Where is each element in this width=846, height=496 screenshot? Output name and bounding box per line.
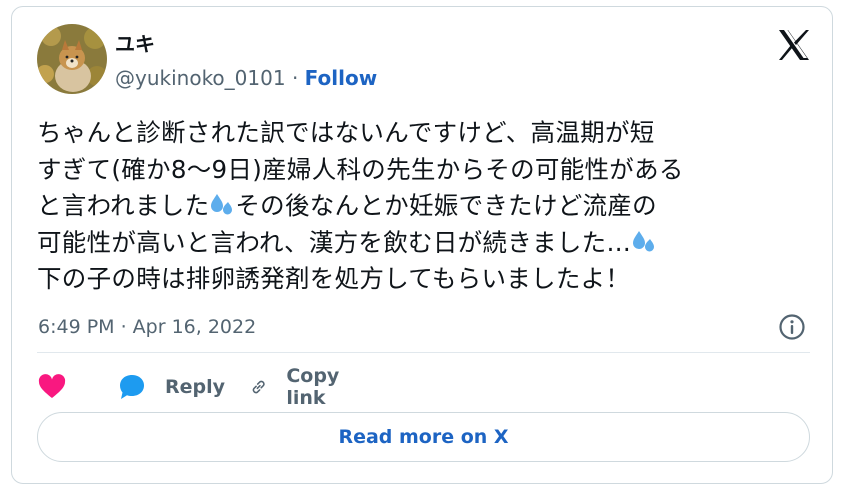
sweat-droplets-icon <box>631 229 657 255</box>
heart-icon <box>38 374 66 398</box>
link-icon <box>252 380 265 394</box>
tweet-line: 下の子の時は排卵誘発剤を処方してもらいましたよ！ <box>37 261 817 298</box>
tweet-text-segment: 下の子の時は排卵誘発剤を処方してもらいましたよ！ <box>37 264 631 293</box>
read-more-button[interactable]: Read more on X <box>37 412 810 462</box>
tweet-text-segment: すぎて(確か8〜9日)産婦人科の先生からその可能性がある <box>37 154 684 184</box>
tweet-timestamp[interactable]: 6:49 PM · Apr 16, 2022 <box>38 315 256 339</box>
info-icon[interactable] <box>777 312 807 342</box>
reply-label: Reply <box>165 376 226 398</box>
reply-button[interactable]: Reply <box>117 369 225 405</box>
tweet-line: すぎて(確か8〜9日)産婦人科の先生からその可能性がある <box>37 152 817 189</box>
copy-link-button[interactable]: Copy link <box>249 365 350 409</box>
speech-bubble-icon <box>120 375 144 399</box>
tweet-card: ユキ @yukinoko_0101 · Follow ちゃんと診断された訳ではな… <box>11 6 833 484</box>
avatar-image <box>37 24 107 94</box>
follow-link[interactable]: Follow <box>305 66 378 90</box>
tweet-line: 可能性が高いと言われ、漢方を飲む日が続きました… <box>37 225 817 262</box>
author-handle[interactable]: @yukinoko_0101 <box>115 66 286 90</box>
tweet-text: ちゃんと診断された訳ではないんですけど、高温期が短 すぎて(確か8〜9日)産婦人… <box>37 115 817 298</box>
tweet-text-segment: と言われました <box>37 191 210 220</box>
divider <box>37 352 810 353</box>
author-name[interactable]: ユキ <box>115 32 155 56</box>
tweet-text-segment: ちゃんと診断された訳ではないんですけど、高温期が短 <box>37 118 655 147</box>
sweat-droplets-icon <box>209 192 235 218</box>
tweet-line: と言われました その後なんとか妊娠できたけど流産の <box>37 188 817 225</box>
author-meta: @yukinoko_0101 · Follow <box>115 66 377 90</box>
tweet-text-segment: その後なんとか妊娠できたけど流産の <box>235 191 657 220</box>
read-more-label: Read more on X <box>338 426 509 448</box>
separator-dot: · <box>291 66 299 90</box>
avatar[interactable] <box>37 24 107 94</box>
tweet-text-segment: 可能性が高いと言われ、漢方を飲む日が続きました… <box>37 227 632 257</box>
tweet-line: ちゃんと診断された訳ではないんですけど、高温期が短 <box>37 115 817 152</box>
x-logo-icon[interactable] <box>777 28 811 62</box>
copy-link-label: Copy link <box>286 365 340 409</box>
like-button[interactable] <box>37 369 67 405</box>
